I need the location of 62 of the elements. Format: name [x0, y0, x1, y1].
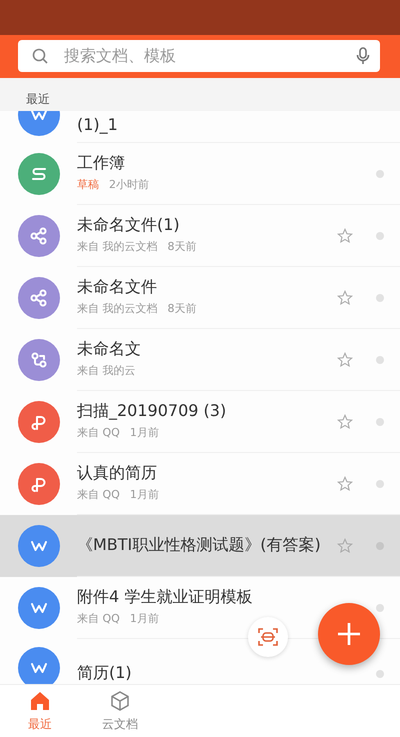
more-dot[interactable]	[376, 670, 384, 678]
pdf-document-icon	[18, 401, 60, 443]
file-time: 1月前	[130, 611, 159, 628]
file-time: 8天前	[168, 239, 196, 256]
microphone-icon[interactable]	[356, 47, 370, 65]
scan-icon	[258, 628, 278, 646]
more-dot[interactable]	[376, 604, 384, 612]
more-dot[interactable]	[376, 294, 384, 302]
file-row[interactable]: 未命名文件(1) 来自 我的云文档 8天前	[0, 205, 400, 267]
file-name: 扫描_20190709 (3)	[77, 401, 228, 422]
file-time: 8天前	[168, 301, 196, 318]
file-name: (1)_1	[77, 115, 119, 136]
file-source: 来自 QQ	[77, 425, 120, 442]
share-icon	[18, 277, 60, 319]
file-time: 1月前	[130, 425, 159, 442]
file-source: 来自 我的云文档	[77, 239, 158, 256]
file-name: 认真的简历	[77, 463, 158, 484]
star-icon[interactable]	[337, 228, 353, 244]
word-document-icon	[18, 587, 60, 629]
scan-button[interactable]	[248, 617, 288, 657]
file-name: 附件4 学生就业证明模板	[77, 587, 254, 608]
flowchart-icon	[18, 339, 60, 381]
file-source: 来自 我的云	[77, 363, 136, 380]
star-icon[interactable]	[337, 352, 353, 368]
add-button[interactable]	[318, 603, 380, 665]
more-dot[interactable]	[376, 232, 384, 240]
nav-tab[interactable]: 云文档	[80, 685, 160, 737]
file-name: 未命名文件	[77, 277, 158, 298]
file-source: 来自 我的云文档	[77, 301, 158, 318]
file-row[interactable]: 扫描_20190709 (3) 来自 QQ 1月前	[0, 391, 400, 453]
file-source: 来自 QQ	[77, 611, 120, 628]
more-dot[interactable]	[376, 418, 384, 426]
file-name: 简历(1)	[77, 663, 133, 684]
file-name: 《MBTI职业性格测试题》(有答案)	[77, 535, 322, 556]
file-time: 2小时前	[109, 177, 149, 194]
file-name: 未命名文	[77, 339, 142, 360]
star-icon[interactable]	[337, 290, 353, 306]
draft-label: 草稿	[77, 177, 99, 194]
file-time: 1月前	[130, 487, 159, 504]
section-label: 最近	[26, 92, 50, 106]
word-document-icon	[18, 525, 60, 567]
search-icon	[32, 48, 48, 64]
star-icon[interactable]	[337, 476, 353, 492]
plus-icon	[337, 622, 361, 646]
file-row[interactable]: 工作簿 草稿 2小时前	[0, 143, 400, 205]
file-name: 工作簿	[77, 153, 126, 174]
file-source: 来自 QQ	[77, 487, 120, 504]
star-icon[interactable]	[337, 414, 353, 430]
share-icon	[18, 215, 60, 257]
home-icon	[28, 689, 52, 713]
file-row[interactable]: 《MBTI职业性格测试题》(有答案)	[0, 515, 400, 577]
star-icon[interactable]	[337, 538, 353, 554]
pdf-document-icon	[18, 463, 60, 505]
file-row[interactable]: 未命名文件 来自 我的云文档 8天前	[0, 267, 400, 329]
more-dot[interactable]	[376, 356, 384, 364]
search-field[interactable]: 搜索文档、模板	[18, 40, 380, 72]
file-row[interactable]: (1)_1	[0, 111, 400, 143]
more-dot[interactable]	[376, 170, 384, 178]
file-row[interactable]: 未命名文 来自 我的云	[0, 329, 400, 391]
more-dot[interactable]	[376, 480, 384, 488]
spreadsheet-icon	[18, 153, 60, 195]
file-name: 未命名文件(1)	[77, 215, 181, 236]
